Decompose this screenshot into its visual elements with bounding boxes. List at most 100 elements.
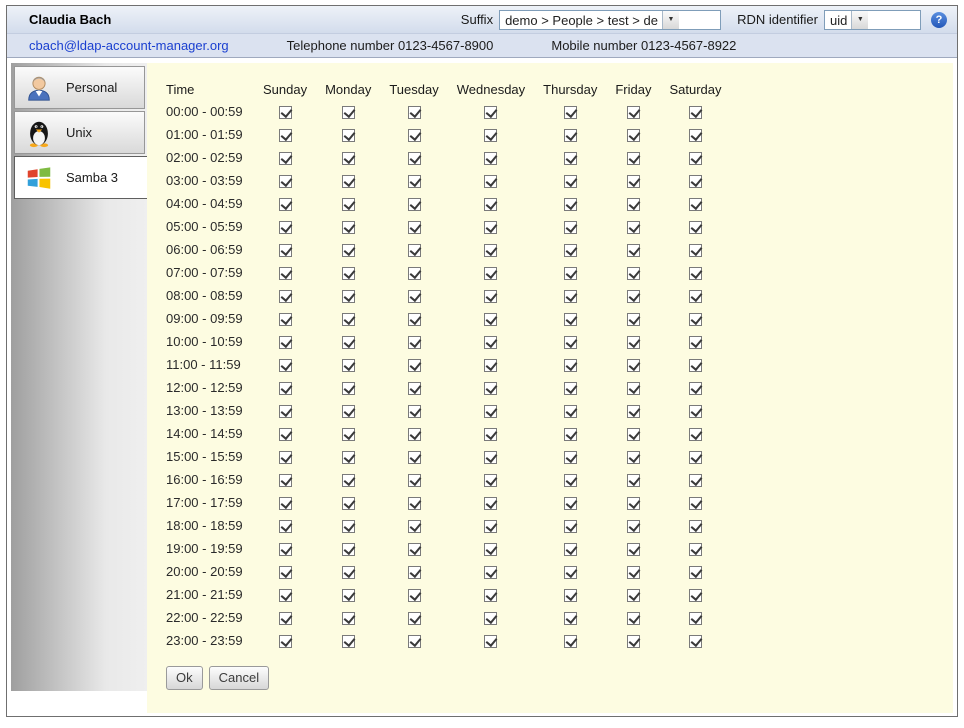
tab-personal[interactable]: Personal — [14, 66, 145, 109]
hour-checkbox[interactable] — [484, 290, 497, 303]
hour-checkbox[interactable] — [484, 589, 497, 602]
hour-checkbox[interactable] — [408, 336, 421, 349]
hour-checkbox[interactable] — [408, 221, 421, 234]
hour-checkbox[interactable] — [689, 589, 702, 602]
hour-checkbox[interactable] — [689, 428, 702, 441]
hour-checkbox[interactable] — [564, 474, 577, 487]
hour-checkbox[interactable] — [564, 635, 577, 648]
hour-checkbox[interactable] — [342, 543, 355, 556]
hour-checkbox[interactable] — [342, 612, 355, 625]
hour-checkbox[interactable] — [342, 106, 355, 119]
hour-checkbox[interactable] — [689, 474, 702, 487]
hour-checkbox[interactable] — [484, 497, 497, 510]
hour-checkbox[interactable] — [689, 129, 702, 142]
hour-checkbox[interactable] — [408, 566, 421, 579]
hour-checkbox[interactable] — [342, 520, 355, 533]
hour-checkbox[interactable] — [342, 382, 355, 395]
hour-checkbox[interactable] — [689, 198, 702, 211]
hour-checkbox[interactable] — [279, 635, 292, 648]
hour-checkbox[interactable] — [279, 405, 292, 418]
hour-checkbox[interactable] — [279, 221, 292, 234]
suffix-select[interactable]: demo > People > test > de — [499, 10, 721, 30]
hour-checkbox[interactable] — [408, 428, 421, 441]
hour-checkbox[interactable] — [279, 382, 292, 395]
hour-checkbox[interactable] — [564, 152, 577, 165]
hour-checkbox[interactable] — [689, 566, 702, 579]
hour-checkbox[interactable] — [279, 267, 292, 280]
hour-checkbox[interactable] — [279, 198, 292, 211]
hour-checkbox[interactable] — [342, 635, 355, 648]
hour-checkbox[interactable] — [484, 175, 497, 188]
hour-checkbox[interactable] — [564, 612, 577, 625]
hour-checkbox[interactable] — [484, 152, 497, 165]
hour-checkbox[interactable] — [484, 543, 497, 556]
hour-checkbox[interactable] — [689, 290, 702, 303]
hour-checkbox[interactable] — [484, 198, 497, 211]
hour-checkbox[interactable] — [408, 106, 421, 119]
hour-checkbox[interactable] — [627, 497, 640, 510]
tab-samba3[interactable]: Samba 3 — [14, 156, 148, 199]
hour-checkbox[interactable] — [408, 589, 421, 602]
email-link[interactable]: cbach@ldap-account-manager.org — [29, 38, 229, 53]
hour-checkbox[interactable] — [627, 543, 640, 556]
hour-checkbox[interactable] — [342, 589, 355, 602]
hour-checkbox[interactable] — [408, 405, 421, 418]
hour-checkbox[interactable] — [564, 129, 577, 142]
rdn-identifier-select[interactable]: uid — [824, 10, 921, 30]
hour-checkbox[interactable] — [484, 244, 497, 257]
hour-checkbox[interactable] — [484, 129, 497, 142]
hour-checkbox[interactable] — [342, 267, 355, 280]
hour-checkbox[interactable] — [627, 566, 640, 579]
hour-checkbox[interactable] — [627, 198, 640, 211]
hour-checkbox[interactable] — [689, 635, 702, 648]
hour-checkbox[interactable] — [564, 313, 577, 326]
hour-checkbox[interactable] — [342, 428, 355, 441]
hour-checkbox[interactable] — [689, 382, 702, 395]
hour-checkbox[interactable] — [342, 152, 355, 165]
hour-checkbox[interactable] — [279, 244, 292, 257]
hour-checkbox[interactable] — [564, 106, 577, 119]
hour-checkbox[interactable] — [689, 520, 702, 533]
hour-checkbox[interactable] — [564, 497, 577, 510]
hour-checkbox[interactable] — [408, 612, 421, 625]
hour-checkbox[interactable] — [279, 106, 292, 119]
hour-checkbox[interactable] — [564, 267, 577, 280]
hour-checkbox[interactable] — [279, 175, 292, 188]
hour-checkbox[interactable] — [564, 428, 577, 441]
hour-checkbox[interactable] — [689, 175, 702, 188]
hour-checkbox[interactable] — [279, 497, 292, 510]
hour-checkbox[interactable] — [689, 543, 702, 556]
hour-checkbox[interactable] — [564, 451, 577, 464]
hour-checkbox[interactable] — [564, 244, 577, 257]
hour-checkbox[interactable] — [408, 267, 421, 280]
hour-checkbox[interactable] — [279, 474, 292, 487]
hour-checkbox[interactable] — [342, 175, 355, 188]
hour-checkbox[interactable] — [484, 359, 497, 372]
hour-checkbox[interactable] — [564, 175, 577, 188]
hour-checkbox[interactable] — [627, 129, 640, 142]
hour-checkbox[interactable] — [564, 520, 577, 533]
hour-checkbox[interactable] — [689, 152, 702, 165]
hour-checkbox[interactable] — [408, 244, 421, 257]
hour-checkbox[interactable] — [627, 152, 640, 165]
hour-checkbox[interactable] — [279, 129, 292, 142]
tab-unix[interactable]: Unix — [14, 111, 145, 154]
hour-checkbox[interactable] — [689, 405, 702, 418]
hour-checkbox[interactable] — [342, 198, 355, 211]
hour-checkbox[interactable] — [627, 336, 640, 349]
hour-checkbox[interactable] — [279, 566, 292, 579]
hour-checkbox[interactable] — [342, 313, 355, 326]
hour-checkbox[interactable] — [484, 451, 497, 464]
hour-checkbox[interactable] — [627, 589, 640, 602]
chevron-down-icon[interactable] — [851, 11, 868, 29]
hour-checkbox[interactable] — [627, 612, 640, 625]
hour-checkbox[interactable] — [408, 152, 421, 165]
hour-checkbox[interactable] — [279, 290, 292, 303]
hour-checkbox[interactable] — [627, 244, 640, 257]
hour-checkbox[interactable] — [484, 612, 497, 625]
hour-checkbox[interactable] — [279, 313, 292, 326]
ok-button[interactable]: Ok — [166, 666, 203, 690]
hour-checkbox[interactable] — [627, 520, 640, 533]
hour-checkbox[interactable] — [279, 336, 292, 349]
hour-checkbox[interactable] — [342, 566, 355, 579]
